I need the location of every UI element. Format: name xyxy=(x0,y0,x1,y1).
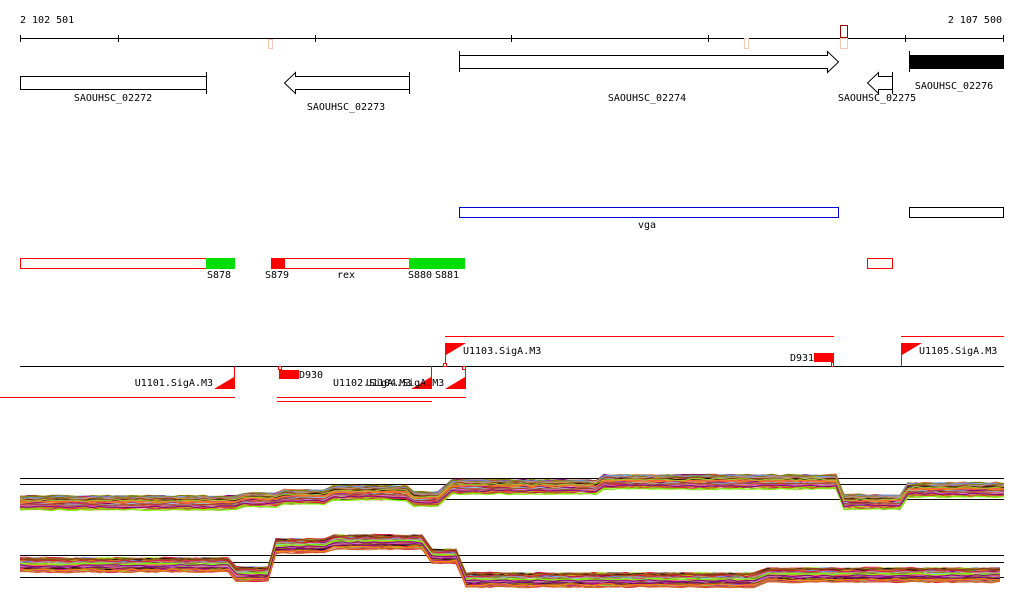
gene-SAOUHSC_02272[interactable]: SAOUHSC_02272 xyxy=(20,72,207,104)
feature-label: S879 xyxy=(265,270,289,281)
feature-label: S880 xyxy=(408,270,432,281)
operon-label: U1103.SigA.M3 xyxy=(463,346,541,357)
operon-label: U1105.SigA.M3 xyxy=(919,346,997,357)
gene-SAOUHSC_02275[interactable]: SAOUHSC_02275 xyxy=(838,71,916,104)
marker[interactable] xyxy=(840,38,848,49)
marker[interactable] xyxy=(840,25,848,38)
gene-label: SAOUHSC_02272 xyxy=(74,93,152,104)
feature-S878[interactable] xyxy=(206,258,235,269)
operon-track: U1103.SigA.M3 D931 U1105.SigA.M3 U1101.S… xyxy=(0,336,1004,402)
operon-U1105[interactable]: U1105.SigA.M3 xyxy=(901,343,998,366)
operon-label: U1104.SigA.M3 xyxy=(366,378,444,389)
operon-D931[interactable]: D931 xyxy=(790,353,834,367)
gene-track: SAOUHSC_02272 SAOUHSC_02273 SAOUHSC_0227… xyxy=(20,50,1004,113)
operon-label: D930 xyxy=(299,370,323,381)
gene-label: SAOUHSC_02276 xyxy=(915,81,993,92)
annotation-vga[interactable]: vga xyxy=(459,207,839,232)
gene-SAOUHSC_02274[interactable]: SAOUHSC_02274 xyxy=(459,50,840,104)
gene-label: SAOUHSC_02275 xyxy=(838,93,916,104)
scale-ruler: 2 102 501 2 107 500 xyxy=(20,15,1004,49)
marker[interactable] xyxy=(268,39,273,49)
feature-track: S878 S879 rex S880 S881 xyxy=(20,258,893,281)
scale-start-label: 2 102 501 xyxy=(20,15,74,26)
operon-label: D931 xyxy=(790,353,814,364)
feature-S879[interactable] xyxy=(271,258,284,269)
feature-S880-S881[interactable] xyxy=(409,258,465,269)
feature-label: rex xyxy=(337,270,355,281)
annotation-box[interactable] xyxy=(909,207,1004,218)
scale-end-label: 2 107 500 xyxy=(948,15,1002,26)
gene-label: SAOUHSC_02274 xyxy=(608,93,686,104)
feature-box[interactable] xyxy=(20,258,207,269)
genome-browser: 2 102 501 2 107 500 SAOUHSC_02272 SAOUHS… xyxy=(0,15,1005,589)
expression-track-upper xyxy=(19,473,1005,512)
marker[interactable] xyxy=(744,38,749,49)
feature-label: S881 xyxy=(435,270,459,281)
operon-label: U1101.SigA.M3 xyxy=(135,378,213,389)
feature-label: S878 xyxy=(207,270,231,281)
operon-U1101[interactable]: U1101.SigA.M3 xyxy=(0,366,235,398)
operon-U1103[interactable]: U1103.SigA.M3 xyxy=(443,343,542,367)
annotation-track: vga xyxy=(459,207,1004,232)
gene-SAOUHSC_02273[interactable]: SAOUHSC_02273 xyxy=(283,71,410,113)
gene-SAOUHSC_02276[interactable]: SAOUHSC_02276 xyxy=(909,51,1004,92)
feature-rex[interactable] xyxy=(284,258,410,269)
operon-D930[interactable]: D930 xyxy=(278,366,324,382)
expression-track-lower xyxy=(19,533,1004,589)
feature-box[interactable] xyxy=(867,258,893,269)
annotation-label: vga xyxy=(638,220,656,231)
gene-label: SAOUHSC_02273 xyxy=(307,102,385,113)
